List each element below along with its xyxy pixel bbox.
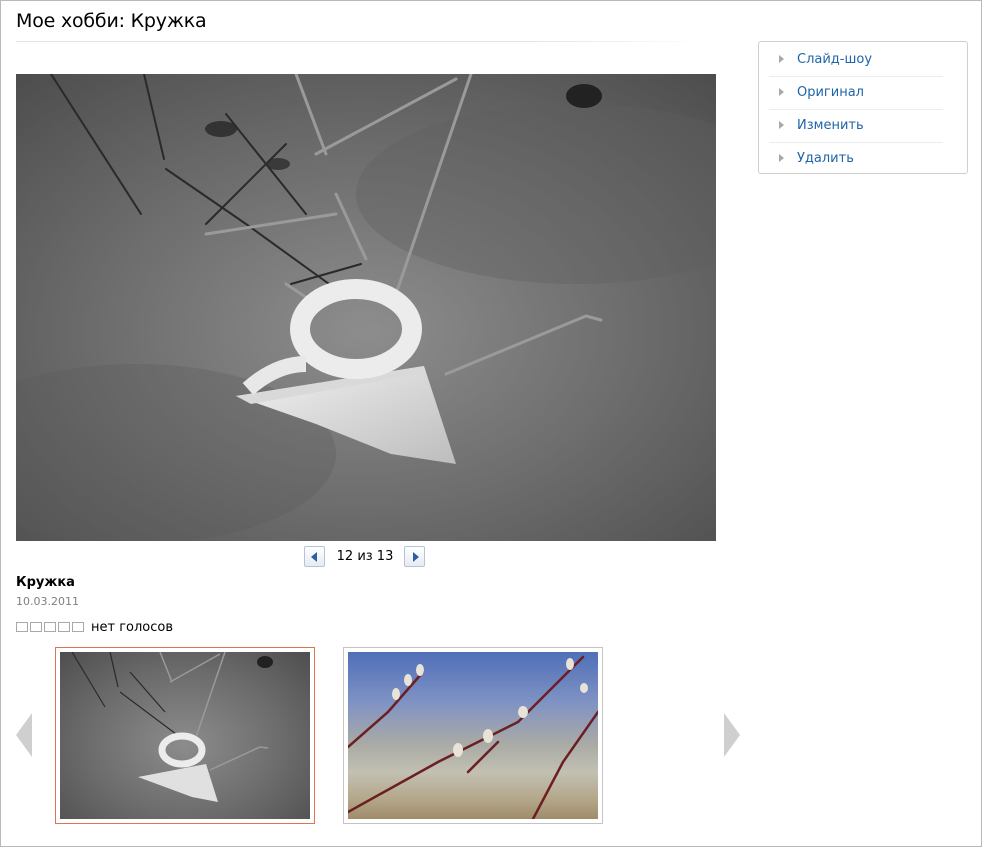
arrow-right-icon [779, 121, 784, 129]
menu-item-label[interactable]: Слайд-шоу [797, 52, 872, 67]
arrow-right-icon [779, 154, 784, 162]
menu-item-label[interactable]: Оригинал [797, 85, 864, 100]
pager-counter: 12 из 13 [336, 549, 394, 564]
arrow-right-icon [779, 55, 784, 63]
menu-item-original[interactable]: Оригинал [769, 77, 943, 110]
next-photo-button[interactable] [404, 546, 425, 567]
rating-star-1[interactable] [16, 622, 28, 632]
photo-title: Кружка [16, 575, 75, 590]
thumbnail-cup[interactable] [55, 647, 315, 824]
rating-star-5[interactable] [72, 622, 84, 632]
menu-item-edit[interactable]: Изменить [769, 110, 943, 143]
menu-item-label[interactable]: Изменить [797, 118, 864, 133]
thumbnail-willow-image [348, 652, 598, 819]
menu-item-delete[interactable]: Удалить [769, 143, 943, 176]
previous-photo-button[interactable] [304, 546, 325, 567]
rating-star-2[interactable] [30, 622, 42, 632]
carousel-prev-arrow-icon[interactable] [15, 713, 33, 757]
carousel-next-arrow-icon[interactable] [723, 713, 741, 757]
menu-item-slideshow[interactable]: Слайд-шоу [769, 44, 943, 77]
photo-date: 10.03.2011 [16, 595, 79, 608]
title-divider [16, 41, 706, 42]
thumbnail-willow[interactable] [343, 647, 603, 824]
rating-star-4[interactable] [58, 622, 70, 632]
rating-text: нет голосов [91, 620, 174, 635]
page-frame: Мое хобби: Кружка 12 из 13 Кружка 10.03.… [0, 0, 982, 847]
main-photo-image [16, 74, 716, 541]
page-title: Мое хобби: Кружка [16, 10, 207, 32]
menu-item-label[interactable]: Удалить [797, 151, 854, 166]
photo-actions-menu: Слайд-шоу Оригинал Изменить Удалить [758, 41, 968, 174]
thumbnail-cup-image [60, 652, 310, 819]
rating-star-3[interactable] [44, 622, 56, 632]
arrow-right-icon [779, 88, 784, 96]
main-photo[interactable] [16, 74, 716, 541]
